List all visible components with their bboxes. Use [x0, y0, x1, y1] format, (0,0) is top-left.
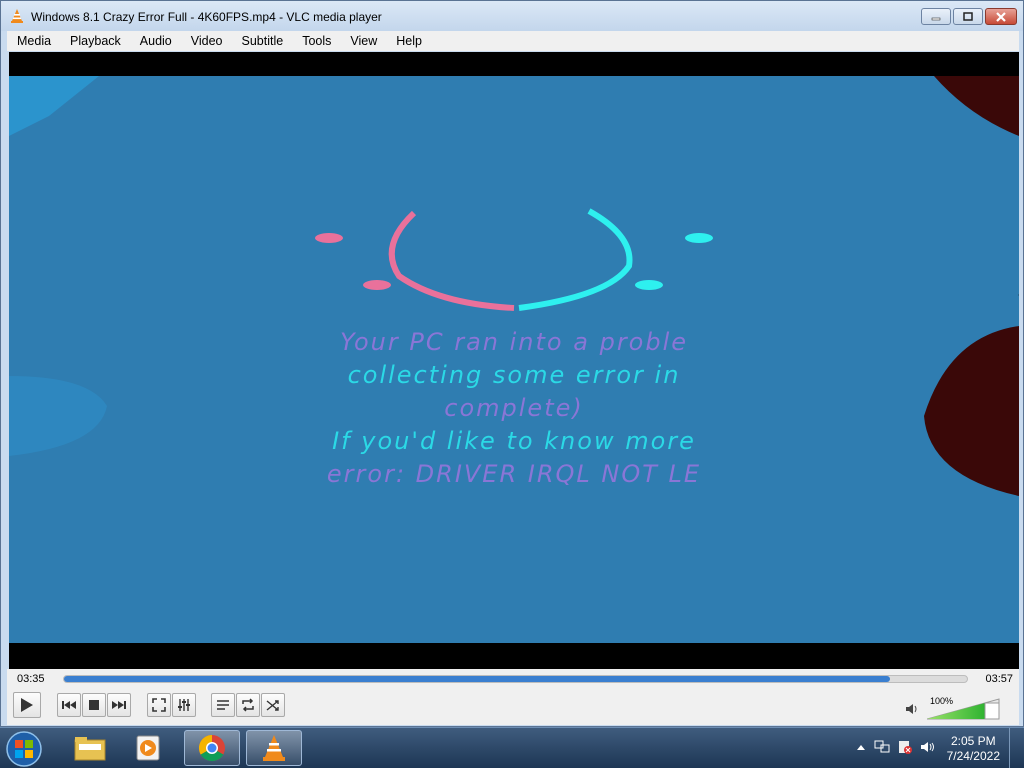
taskbar-media-player[interactable]	[120, 730, 176, 766]
extended-settings-icon	[178, 699, 190, 711]
overlay-line: complete)	[444, 394, 584, 422]
menu-view[interactable]: View	[340, 31, 386, 51]
extended-settings-button[interactable]	[172, 693, 196, 717]
action-center-icon[interactable]	[898, 740, 912, 754]
next-button[interactable]	[107, 693, 131, 717]
stop-button[interactable]	[82, 693, 106, 717]
vlc-window: Windows 8.1 Crazy Error Full - 4K60FPS.m…	[0, 0, 1024, 727]
taskbar-chrome[interactable]	[184, 730, 240, 766]
vlc-cone-icon	[263, 735, 285, 761]
system-tray	[856, 740, 936, 754]
playlist-button[interactable]	[211, 693, 235, 717]
menu-help[interactable]: Help	[386, 31, 431, 51]
player-controls: 03:35 03:57 100%	[7, 669, 1019, 725]
stop-icon	[89, 700, 99, 710]
previous-icon	[62, 701, 76, 709]
overlay-line: error: DRIVER IRQL NOT LE	[326, 460, 702, 488]
menu-bar: Media Playback Audio Video Subtitle Tool…	[7, 31, 1019, 51]
menu-subtitle[interactable]: Subtitle	[232, 31, 293, 51]
previous-button[interactable]	[57, 693, 81, 717]
minimize-icon	[931, 17, 941, 20]
start-button-icon[interactable]	[5, 730, 43, 768]
fullscreen-icon	[152, 698, 166, 712]
overlay-text-block: Your PC ran into a proble collecting som…	[9, 326, 1019, 491]
overlay-line: If you'd like to know more	[332, 427, 696, 455]
volume-icon[interactable]	[905, 703, 919, 715]
chrome-icon	[198, 734, 225, 762]
overlay-line: Your PC ran into a proble	[339, 328, 689, 356]
speaker-icon[interactable]	[920, 740, 936, 754]
clock-date: 7/24/2022	[946, 749, 1000, 763]
resize-cursor-icon	[1018, 294, 1019, 296]
vlc-cone-icon	[11, 9, 23, 23]
shuffle-icon	[266, 700, 279, 711]
media-player-icon	[136, 735, 160, 761]
menu-media[interactable]: Media	[7, 31, 60, 51]
fullscreen-button[interactable]	[147, 693, 171, 717]
close-button[interactable]	[985, 8, 1017, 25]
restore-icon	[963, 11, 973, 21]
show-desktop-button[interactable]	[1009, 728, 1024, 768]
overlay-line: collecting some error in	[347, 361, 681, 389]
clock-time: 2:05 PM	[950, 734, 996, 748]
total-time: 03:57	[985, 673, 1013, 685]
windows-explorer-icon	[74, 737, 106, 761]
elapsed-time: 03:35	[17, 673, 45, 685]
seek-progress	[64, 676, 891, 682]
taskbar-vlc[interactable]	[246, 730, 302, 766]
menu-video[interactable]: Video	[181, 31, 232, 51]
maximize-button[interactable]	[953, 8, 983, 25]
window-title: Windows 8.1 Crazy Error Full - 4K60FPS.m…	[31, 10, 382, 24]
loop-button[interactable]	[236, 693, 260, 717]
seek-bar[interactable]	[63, 675, 968, 683]
menu-tools[interactable]: Tools	[292, 31, 340, 51]
network-icon[interactable]	[874, 740, 890, 754]
menu-audio[interactable]: Audio	[130, 31, 181, 51]
show-hidden-icons-icon[interactable]	[856, 743, 866, 751]
loop-icon	[242, 698, 254, 712]
video-frame: Your PC ran into a proble collecting som…	[9, 76, 1019, 643]
title-bar[interactable]: Windows 8.1 Crazy Error Full - 4K60FPS.m…	[1, 1, 1023, 31]
shuffle-button[interactable]	[261, 693, 285, 717]
play-icon	[21, 698, 33, 712]
playlist-icon	[217, 700, 229, 710]
play-button[interactable]	[13, 692, 41, 718]
menu-playback[interactable]: Playback	[60, 31, 130, 51]
taskbar-explorer[interactable]	[62, 730, 118, 766]
minimize-button[interactable]	[921, 8, 951, 25]
volume-slider[interactable]	[927, 698, 1001, 720]
taskbar-clock[interactable]: 2:05 PM 7/24/2022	[947, 734, 1000, 764]
taskbar: 2:05 PM 7/24/2022	[0, 727, 1024, 768]
next-icon	[112, 701, 126, 709]
close-icon	[996, 11, 1006, 22]
video-area[interactable]: Your PC ran into a proble collecting som…	[9, 52, 1019, 669]
